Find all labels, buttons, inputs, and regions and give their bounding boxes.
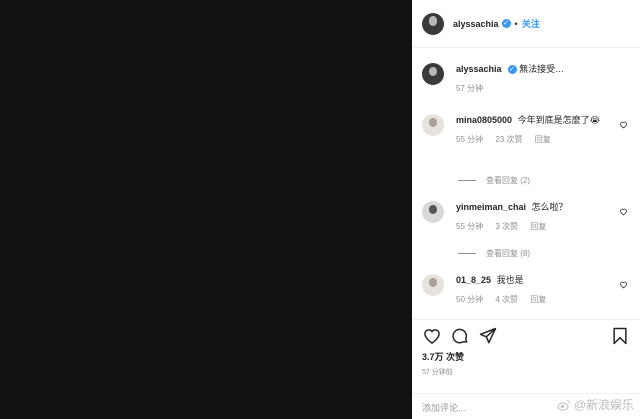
comment-icon[interactable] [450, 326, 470, 346]
view-replies-label[interactable]: 查看回复 (2) [486, 175, 530, 186]
post-actions: 3.7万 次赞 57 分钟前 添加评论... @新浪娱乐 [412, 319, 640, 419]
comment-text: 今年到底是怎麼了😭 [517, 115, 601, 125]
comment-username[interactable]: mina0805000 [456, 115, 512, 125]
caption-text: 無法接受… [519, 64, 565, 74]
comment-item: yinmeiman_chai 怎么啦？ 55 分钟 3 次赞 回复 [422, 201, 634, 233]
separator-dot: • [514, 18, 518, 29]
comment-like-heart-icon[interactable] [619, 207, 628, 216]
reply-button[interactable]: 回复 [530, 222, 546, 231]
commenter-avatar[interactable] [422, 114, 444, 136]
caption-time: 57 分钟 [456, 84, 484, 93]
reply-button[interactable]: 回复 [530, 295, 546, 304]
commenter-avatar[interactable] [422, 274, 444, 296]
comments-list[interactable]: alyssachia ✓ 無法接受… 57 分钟 mina0805000 今年到底… [412, 49, 640, 319]
share-icon[interactable] [478, 326, 498, 346]
author-avatar[interactable] [422, 12, 444, 35]
commenter-avatar[interactable] [422, 201, 444, 223]
view-replies-label[interactable]: 查看回复 (8) [486, 248, 530, 259]
comment-time: 55 分钟 [456, 135, 484, 144]
action-icons [422, 326, 630, 346]
caption-item: alyssachia ✓ 無法接受… 57 分钟 [422, 63, 634, 95]
reply-button[interactable]: 回复 [535, 135, 551, 144]
post-header: alyssachia ✓ • 关注 [412, 0, 640, 48]
author-avatar[interactable] [422, 63, 444, 85]
verified-icon: ✓ [501, 19, 511, 28]
replies-divider [458, 253, 476, 254]
post-side-panel: alyssachia ✓ • 关注 alyssachia ✓ 無法接受… 57 分… [412, 0, 640, 419]
comment-like-heart-icon[interactable] [619, 120, 628, 129]
comment-username[interactable]: yinmeiman_chai [456, 202, 526, 212]
likes-count[interactable]: 3.7万 次赞 [422, 350, 464, 363]
comment-item: 01_8_25 我也是 50 分钟 4 次赞 回复 [422, 274, 634, 306]
comment-likes[interactable]: 4 次赞 [495, 295, 518, 304]
comment-likes[interactable]: 23 次赞 [495, 135, 522, 144]
watermark: @新浪娱乐 [557, 396, 634, 413]
comment-username[interactable]: 01_8_25 [456, 275, 491, 285]
bookmark-icon[interactable] [610, 326, 630, 346]
comment-item: mina0805000 今年到底是怎麼了😭 55 分钟 23 次赞 回复 [422, 114, 634, 146]
view-replies[interactable]: 查看回复 (8) [458, 248, 530, 259]
caption-author[interactable]: alyssachia [456, 64, 502, 74]
post-timestamp: 57 分钟前 [422, 369, 453, 376]
comment-text: 我也是 [496, 275, 524, 285]
comment-text: 怎么啦？ [531, 202, 568, 212]
comment-likes[interactable]: 3 次赞 [495, 222, 518, 231]
replies-divider [458, 180, 476, 181]
comment-time: 55 分钟 [456, 222, 484, 231]
post-image[interactable] [0, 0, 412, 419]
watermark-text: @新浪娱乐 [573, 398, 634, 412]
comment-like-heart-icon[interactable] [619, 280, 628, 289]
follow-button[interactable]: 关注 [522, 17, 540, 30]
weibo-logo-icon [557, 399, 570, 410]
comment-time: 50 分钟 [456, 295, 484, 304]
heart-icon[interactable] [422, 326, 442, 346]
author-username[interactable]: alyssachia [453, 19, 499, 29]
verified-icon: ✓ [507, 65, 517, 75]
view-replies[interactable]: 查看回复 (2) [458, 175, 530, 186]
